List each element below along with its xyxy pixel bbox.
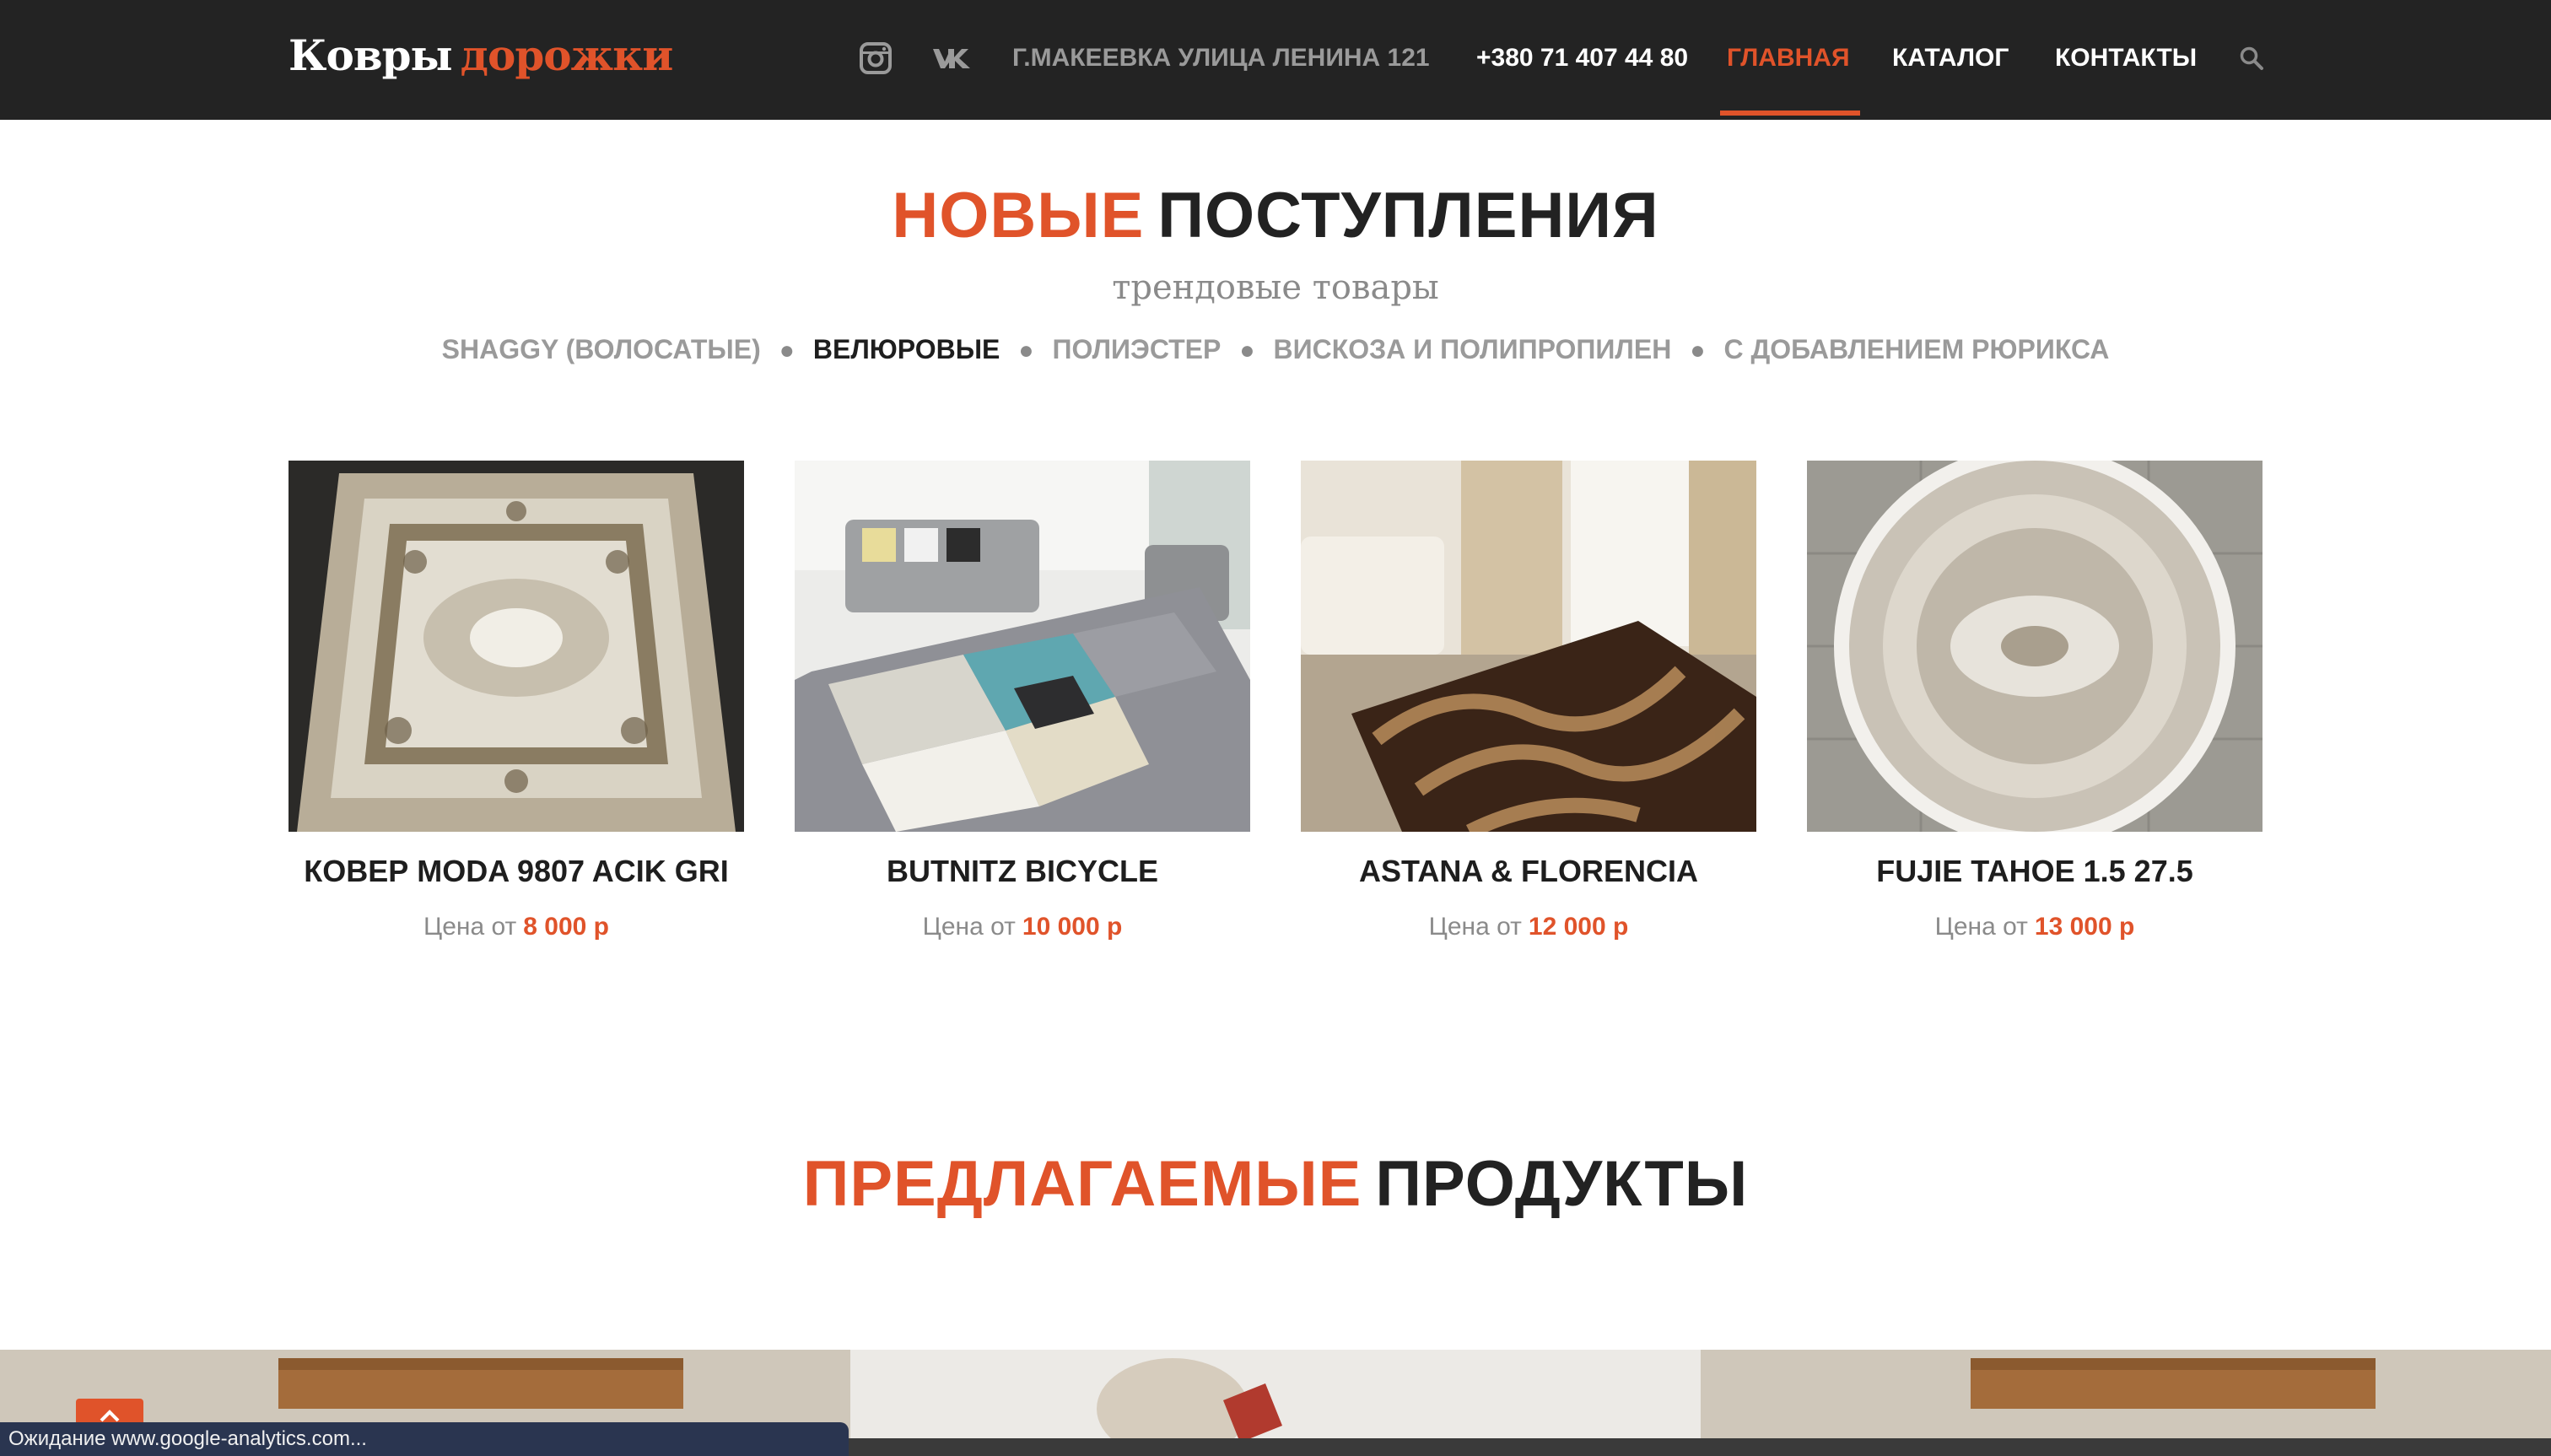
new-arrivals-subtitle: трендовые товары (1112, 268, 1439, 307)
nav-item-catalog[interactable]: КАТАЛОГ (1892, 0, 2009, 120)
new-arrivals-title-accent: НОВЫЕ (892, 180, 1145, 251)
product-image[interactable] (795, 461, 1250, 832)
product-image[interactable] (289, 461, 744, 832)
filter-lurex[interactable]: С ДОБАВЛЕНИЕМ РЮРИКСА (1723, 334, 2109, 365)
price-prefix: Цена от (1934, 913, 2028, 941)
product-price: Цена от 10 000 р (795, 913, 1250, 941)
filter-polyester[interactable]: ПОЛИЭСТЕР (1053, 334, 1222, 365)
logo-word-2: дорожки (460, 30, 674, 80)
instagram-icon[interactable] (856, 39, 895, 78)
product-price: Цена от 13 000 р (1807, 913, 2262, 941)
price-prefix: Цена от (423, 913, 517, 941)
product-card[interactable]: КОВЕР MODA 9807 ACIK GRI Цена от 8 000 р (289, 461, 744, 941)
product-card[interactable]: ASTANA & FLORENCIA Цена от 12 000 р (1301, 461, 1756, 941)
filter-separator: ● (1690, 337, 1706, 364)
new-arrivals-title: НОВЫЕ ПОСТУПЛЕНИЯ (0, 179, 2551, 252)
featured-title-accent: ПРЕДЛАГАЕМЫЕ (802, 1148, 1362, 1220)
price-value: 8 000 р (523, 913, 609, 941)
product-price: Цена от 12 000 р (1301, 913, 1756, 941)
browser-status-bar: Ожидание www.google-analytics.com... (0, 1422, 849, 1456)
vk-icon[interactable] (931, 39, 973, 78)
active-nav-underline (1720, 111, 1860, 116)
product-image[interactable] (1807, 461, 2262, 832)
filter-shaggy[interactable]: SHAGGY (ВОЛОСАТЫЕ) (442, 334, 761, 365)
filter-viscose[interactable]: ВИСКОЗА И ПОЛИПРОПИЛЕН (1273, 334, 1671, 365)
price-value: 12 000 р (1528, 913, 1629, 941)
search-icon[interactable] (2232, 39, 2271, 78)
price-prefix: Цена от (922, 913, 1016, 941)
product-image[interactable] (1301, 461, 1756, 832)
product-name[interactable]: ASTANA & FLORENCIA (1301, 854, 1756, 889)
site-header: Ковры дорожки Г.МАКЕЕВКА УЛИЦА ЛЕНИНА 121… (0, 0, 2551, 120)
price-value: 10 000 р (1022, 913, 1123, 941)
product-card[interactable]: FUJIE TAHOE 1.5 27.5 Цена от 13 000 р (1807, 461, 2262, 941)
product-price: Цена от 8 000 р (289, 913, 744, 941)
filter-velour[interactable]: ВЕЛЮРОВЫЕ (813, 334, 1000, 365)
product-card[interactable]: BUTNITZ BICYCLE Цена от 10 000 р (795, 461, 1250, 941)
site-logo[interactable]: Ковры дорожки (289, 24, 674, 88)
featured-title-rest: ПРОДУКТЫ (1375, 1148, 1749, 1220)
nav-item-contacts[interactable]: КОНТАКТЫ (2055, 0, 2197, 120)
phone-link[interactable]: +380 71 407 44 80 (1476, 0, 1688, 120)
filter-separator: ● (1239, 337, 1255, 364)
featured-title: ПРЕДЛАГАЕМЫЕ ПРОДУКТЫ (0, 1147, 2551, 1221)
product-name[interactable]: FUJIE TAHOE 1.5 27.5 (1807, 854, 2262, 889)
category-filters: SHAGGY (ВОЛОСАТЫЕ) ● ВЕЛЮРОВЫЕ ● ПОЛИЭСТЕР ● В… (0, 334, 2551, 365)
product-name[interactable]: BUTNITZ BICYCLE (795, 854, 1250, 889)
price-prefix: Цена от (1428, 913, 1522, 941)
store-address: Г.МАКЕЕВКА УЛИЦА ЛЕНИНА 121 (1012, 44, 1430, 72)
logo-word-1: Ковры (289, 30, 453, 80)
new-arrivals-title-rest: ПОСТУПЛЕНИЯ (1157, 180, 1659, 251)
price-value: 13 000 р (2034, 913, 2135, 941)
product-name[interactable]: КОВЕР MODA 9807 ACIK GRI (289, 854, 744, 889)
filter-separator: ● (779, 337, 795, 364)
nav-item-home[interactable]: ГЛАВНАЯ (1727, 0, 1850, 120)
filter-separator: ● (1018, 337, 1034, 364)
